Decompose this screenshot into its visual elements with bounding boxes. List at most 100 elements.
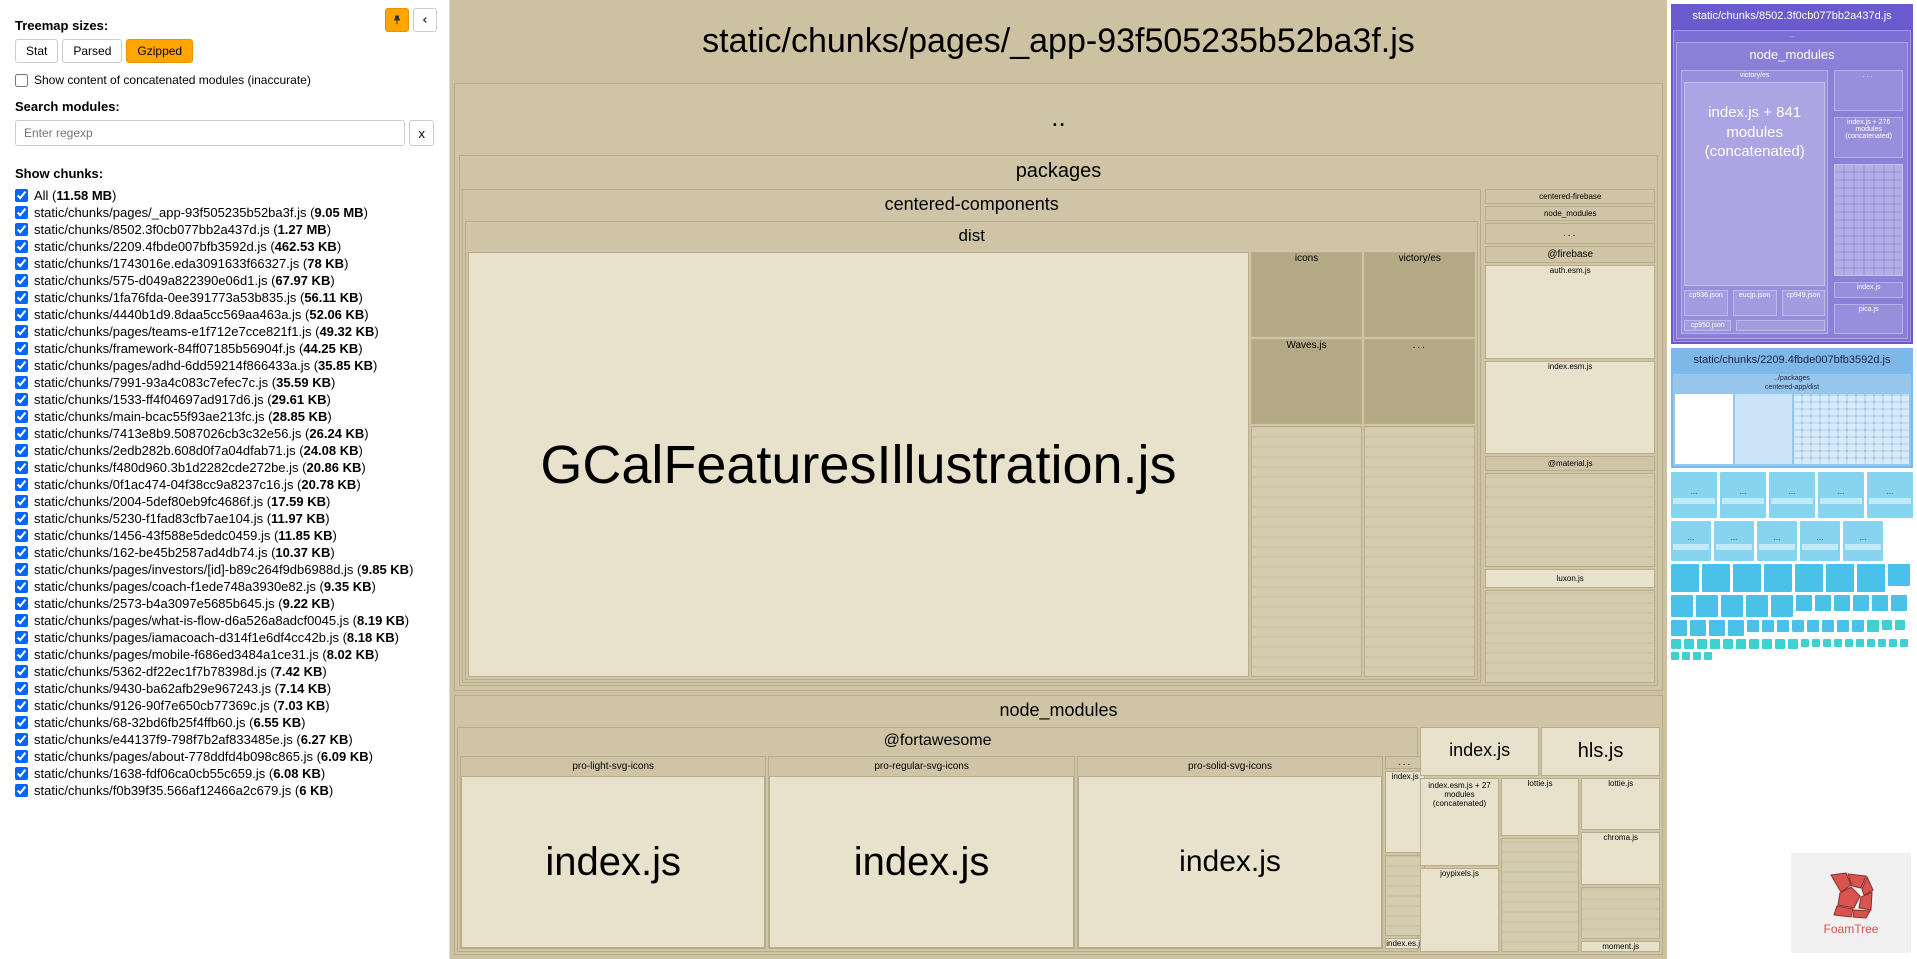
- chunk-label[interactable]: static/chunks/pages/iamacoach-d314f1e6df…: [34, 630, 399, 645]
- small-chunk[interactable]: [1878, 639, 1886, 647]
- foamtree-logo[interactable]: FoamTree: [1791, 853, 1911, 953]
- small-chunk[interactable]: [1900, 639, 1908, 647]
- chunk-checkbox[interactable]: [15, 529, 28, 542]
- small-chunk[interactable]: [1788, 639, 1798, 649]
- chunk-checkbox[interactable]: [15, 325, 28, 338]
- small-chunk[interactable]: [1815, 595, 1831, 611]
- small-chunk[interactable]: [1891, 595, 1907, 611]
- small-chunk[interactable]: [1771, 595, 1793, 617]
- chunk-label[interactable]: static/chunks/pages/teams-e1f712e7cce821…: [34, 324, 379, 339]
- small-chunk[interactable]: ...: [1867, 472, 1913, 518]
- small-chunk[interactable]: [1845, 639, 1853, 647]
- small-chunk[interactable]: [1834, 595, 1850, 611]
- chunk-checkbox[interactable]: [15, 682, 28, 695]
- chunk-label[interactable]: static/chunks/1533-ff4f04697ad917d6.js (…: [34, 392, 331, 407]
- small-chunk[interactable]: [1837, 620, 1849, 632]
- chunk-checkbox[interactable]: [15, 546, 28, 559]
- chunk-label[interactable]: static/chunks/7991-93a4c083c7efec7c.js (…: [34, 375, 335, 390]
- chunk-label[interactable]: static/chunks/5230-f1fad83cfb7ae104.js (…: [34, 511, 330, 526]
- chunk-checkbox[interactable]: [15, 359, 28, 372]
- chunk-label[interactable]: static/chunks/pages/coach-f1ede748a3930e…: [34, 579, 376, 594]
- small-chunk[interactable]: [1709, 620, 1725, 636]
- chunk-checkbox[interactable]: [15, 784, 28, 797]
- chunk-checkbox[interactable]: [15, 716, 28, 729]
- chunk-label[interactable]: static/chunks/f0b39f35.566af12466a2c679.…: [34, 783, 333, 798]
- chunk-checkbox[interactable]: [15, 291, 28, 304]
- small-chunk[interactable]: [1895, 620, 1905, 630]
- chunk-label[interactable]: static/chunks/1456-43f588e5dedc0459.js (…: [34, 528, 337, 543]
- small-chunk[interactable]: [1723, 639, 1733, 649]
- small-chunk[interactable]: [1888, 564, 1910, 586]
- chunk-label[interactable]: static/chunks/pages/what-is-flow-d6a526a…: [34, 613, 409, 628]
- chunk-label[interactable]: static/chunks/framework-84ff07185b56904f…: [34, 341, 363, 356]
- small-chunk[interactable]: [1882, 620, 1892, 630]
- chunk-checkbox[interactable]: [15, 733, 28, 746]
- small-chunk[interactable]: [1762, 639, 1772, 649]
- small-chunk[interactable]: ...: [1757, 521, 1797, 561]
- size-gzipped-button[interactable]: Gzipped: [126, 39, 193, 63]
- chunk-label[interactable]: static/chunks/e44137f9-798f7b2af833485e.…: [34, 732, 353, 747]
- chunk-checkbox[interactable]: [15, 206, 28, 219]
- chunk-checkbox[interactable]: [15, 478, 28, 491]
- chunk-label[interactable]: static/chunks/2209.4fbde007bfb3592d.js (…: [34, 239, 341, 254]
- small-chunk[interactable]: [1823, 639, 1831, 647]
- chunk-checkbox[interactable]: [15, 699, 28, 712]
- small-chunk[interactable]: ...: [1720, 472, 1766, 518]
- small-chunk[interactable]: [1671, 595, 1693, 617]
- small-chunk[interactable]: [1697, 639, 1707, 649]
- chunk-checkbox[interactable]: [15, 308, 28, 321]
- chunk-checkbox[interactable]: [15, 648, 28, 661]
- small-chunk[interactable]: [1867, 620, 1879, 632]
- chunk-label[interactable]: static/chunks/7413e8b9.5087026cb3c32e56.…: [34, 426, 369, 441]
- chunk-checkbox[interactable]: [15, 444, 28, 457]
- small-chunk[interactable]: ...: [1818, 472, 1864, 518]
- chunk-checkbox[interactable]: [15, 495, 28, 508]
- size-parsed-button[interactable]: Parsed: [62, 39, 122, 63]
- chunk-checkbox[interactable]: [15, 580, 28, 593]
- small-chunk[interactable]: [1764, 564, 1792, 592]
- small-chunk[interactable]: [1696, 595, 1718, 617]
- chunk-label[interactable]: static/chunks/9430-ba62afb29e967243.js (…: [34, 681, 331, 696]
- chunk-label[interactable]: static/chunks/main-bcac55f93ae213fc.js (…: [34, 409, 332, 424]
- chunk-label[interactable]: static/chunks/2573-b4a3097e5685b645.js (…: [34, 596, 335, 611]
- small-chunk[interactable]: [1796, 595, 1812, 611]
- small-chunk[interactable]: [1693, 652, 1701, 660]
- chunk-label[interactable]: static/chunks/1743016e.eda3091633f66327.…: [34, 256, 348, 271]
- small-chunk[interactable]: ...: [1671, 472, 1717, 518]
- small-chunk[interactable]: [1704, 652, 1712, 660]
- collapse-button[interactable]: [413, 8, 437, 32]
- small-chunk[interactable]: [1702, 564, 1730, 592]
- size-stat-button[interactable]: Stat: [15, 39, 58, 63]
- chunk-label[interactable]: static/chunks/5362-df22ec1f7b78398d.js (…: [34, 664, 327, 679]
- small-chunk[interactable]: [1777, 620, 1789, 632]
- chunk-checkbox[interactable]: [15, 631, 28, 644]
- chunk-checkbox[interactable]: [15, 257, 28, 270]
- small-chunk[interactable]: ...: [1843, 521, 1883, 561]
- small-chunk[interactable]: [1682, 652, 1690, 660]
- chunk-label[interactable]: All (11.58 MB): [34, 188, 116, 203]
- chunk-checkbox[interactable]: [15, 597, 28, 610]
- small-chunk[interactable]: [1856, 639, 1864, 647]
- small-chunk[interactable]: [1889, 639, 1897, 647]
- small-chunk[interactable]: [1807, 620, 1819, 632]
- chunk-label[interactable]: static/chunks/8502.3f0cb077bb2a437d.js (…: [34, 222, 331, 237]
- chunk-checkbox[interactable]: [15, 393, 28, 406]
- chunk-label[interactable]: static/chunks/pages/about-778ddfd4b098c8…: [34, 749, 373, 764]
- small-chunk[interactable]: ...: [1769, 472, 1815, 518]
- chunk-checkbox[interactable]: [15, 767, 28, 780]
- chunk-label[interactable]: static/chunks/f480d960.3b1d2282cde272be.…: [34, 460, 366, 475]
- small-chunk[interactable]: [1812, 639, 1820, 647]
- small-chunk[interactable]: [1671, 564, 1699, 592]
- treemap-side[interactable]: static/chunks/8502.3f0cb077bb2a437d.js .…: [1667, 0, 1917, 959]
- small-chunk[interactable]: [1746, 595, 1768, 617]
- small-chunk[interactable]: [1852, 620, 1864, 632]
- small-chunk[interactable]: [1826, 564, 1854, 592]
- small-chunk[interactable]: ...: [1800, 521, 1840, 561]
- show-concatenated-label[interactable]: Show content of concatenated modules (in…: [34, 73, 311, 87]
- chunk-label[interactable]: static/chunks/68-32bd6fb25f4ffb60.js (6.…: [34, 715, 306, 730]
- small-chunk[interactable]: [1795, 564, 1823, 592]
- treemap-main[interactable]: static/chunks/pages/_app-93f505235b52ba3…: [450, 0, 1667, 959]
- chunk-label[interactable]: static/chunks/1fa76fda-0ee391773a53b835.…: [34, 290, 363, 305]
- chunk-label[interactable]: static/chunks/9126-90f7e650cb77369c.js (…: [34, 698, 330, 713]
- small-chunk[interactable]: [1834, 639, 1842, 647]
